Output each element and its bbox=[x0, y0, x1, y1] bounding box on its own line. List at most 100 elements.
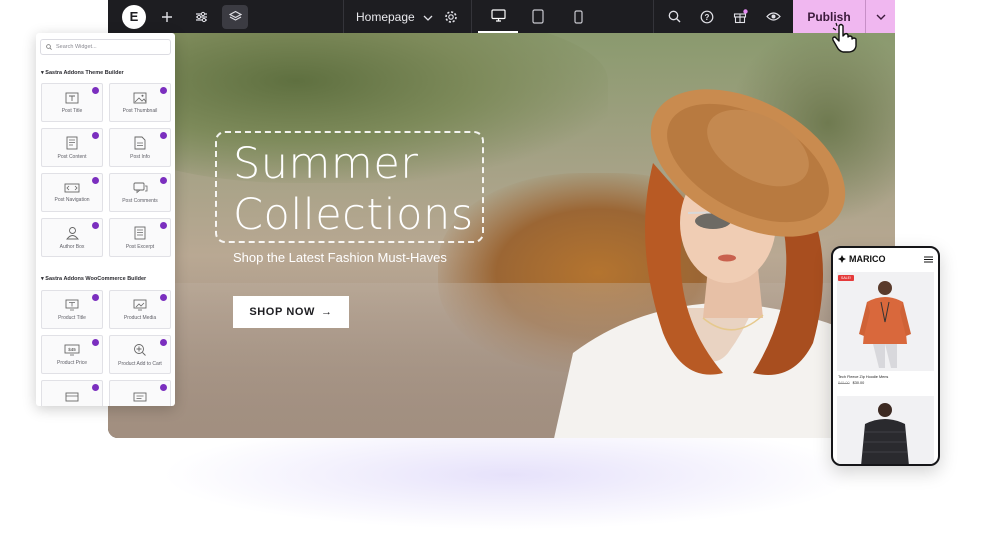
svg-text:?: ? bbox=[705, 13, 710, 22]
widget-product-title[interactable]: Product Title bbox=[41, 290, 103, 329]
page-canvas[interactable]: Summer Collections Shop the Latest Fashi… bbox=[108, 33, 895, 438]
product-title-icon bbox=[65, 299, 79, 310]
hoodie-model-photo bbox=[859, 281, 911, 368]
pro-badge bbox=[92, 87, 99, 94]
desktop-icon[interactable] bbox=[478, 0, 518, 33]
page-name: Homepage bbox=[356, 9, 415, 24]
toolbar-divider bbox=[653, 0, 654, 33]
widget-post-navigation[interactable]: Post Navigation bbox=[41, 173, 103, 212]
comments-icon bbox=[133, 182, 147, 193]
toolbar-right-group: ? bbox=[661, 0, 786, 33]
section-title-text: Sastra Addons WooCommerce Builder bbox=[45, 276, 147, 282]
widget-search-placeholder: Search Widget... bbox=[56, 44, 97, 50]
arrow-right-icon: → bbox=[321, 306, 333, 318]
headline-line-1: Summer bbox=[233, 139, 419, 189]
widget-post-excerpt[interactable]: Post Excerpt bbox=[109, 218, 171, 257]
hero-subheadline[interactable]: Shop the Latest Fashion Must-Haves bbox=[233, 250, 447, 265]
brand-logo-icon bbox=[838, 255, 846, 263]
mobile-icon[interactable] bbox=[558, 0, 598, 33]
brand-name: MARICO bbox=[849, 254, 886, 264]
logo-letter: E bbox=[129, 9, 139, 24]
product-widget-icon bbox=[65, 392, 79, 401]
hero-headline[interactable]: Summer Collections bbox=[233, 139, 474, 241]
toolbar-left-group: E bbox=[108, 0, 248, 33]
pro-badge bbox=[92, 132, 99, 139]
widget-product-extra[interactable] bbox=[41, 380, 103, 406]
search-icon bbox=[46, 44, 52, 50]
widget-post-comments[interactable]: Post Comments bbox=[109, 173, 171, 212]
shop-now-button[interactable]: SHOP NOW → bbox=[233, 296, 349, 328]
editor-window: E Homepage ? Publish Summer Collections … bbox=[108, 0, 895, 438]
navigation-icon bbox=[64, 183, 80, 192]
widget-product-price[interactable]: $45 Product Price bbox=[41, 335, 103, 374]
gift-icon[interactable] bbox=[727, 5, 753, 29]
section-title-text: Sastra Addons Theme Builder bbox=[45, 70, 124, 76]
old-price: $45.00 bbox=[838, 381, 850, 385]
product-image-jacket[interactable] bbox=[837, 396, 934, 464]
pro-badge bbox=[160, 384, 167, 391]
widget-author-box[interactable]: Author Box bbox=[41, 218, 103, 257]
price-icon: $45 bbox=[64, 344, 80, 355]
widget-label: Post Thumbnail bbox=[122, 107, 158, 114]
add-to-cart-icon bbox=[134, 343, 146, 356]
add-icon[interactable] bbox=[154, 5, 180, 29]
pro-badge bbox=[92, 384, 99, 391]
page-selector[interactable]: Homepage bbox=[356, 0, 433, 33]
document-icon bbox=[66, 136, 78, 149]
widget-product-media[interactable]: Product Media bbox=[109, 290, 171, 329]
device-switcher bbox=[478, 0, 598, 33]
pro-badge bbox=[160, 222, 167, 229]
mobile-preview: MARICO SALE! Tech Fleece Zip Hoodie Mens… bbox=[831, 246, 940, 466]
tablet-icon[interactable] bbox=[518, 0, 558, 33]
pro-badge bbox=[160, 87, 167, 94]
pro-badge bbox=[160, 294, 167, 301]
image-icon bbox=[133, 92, 147, 103]
toolbar-divider bbox=[471, 0, 472, 33]
widget-label: Post Navigation bbox=[54, 196, 90, 203]
sliders-icon[interactable] bbox=[188, 5, 214, 29]
layers-icon[interactable] bbox=[222, 4, 248, 29]
preview-eye-icon[interactable] bbox=[760, 5, 786, 29]
editor-toolbar: E Homepage ? Publish bbox=[108, 0, 895, 33]
widget-label: Product Title bbox=[58, 314, 86, 321]
widget-grid-theme-builder: Post Title Post Thumbnail Post Content P… bbox=[41, 83, 171, 257]
product-widget-icon bbox=[133, 392, 147, 401]
sale-price: $30.00 bbox=[852, 381, 865, 385]
widget-label: Product Price bbox=[56, 359, 87, 366]
widget-label: Product Media bbox=[123, 314, 157, 321]
widget-post-content[interactable]: Post Content bbox=[41, 128, 103, 167]
product-image-hoodie[interactable] bbox=[837, 272, 934, 371]
product-title[interactable]: Tech Fleece Zip Hoodie Mens bbox=[838, 375, 888, 379]
widget-label: Post Content bbox=[57, 153, 87, 160]
widget-post-info[interactable]: Post Info bbox=[109, 128, 171, 167]
menu-icon[interactable] bbox=[924, 255, 933, 263]
shop-now-label: SHOP NOW bbox=[249, 306, 316, 318]
jacket-model-photo bbox=[861, 403, 909, 464]
pro-badge bbox=[160, 339, 167, 346]
widget-product-extra[interactable] bbox=[109, 380, 171, 406]
page-settings-icon[interactable] bbox=[438, 5, 464, 29]
chevron-down-icon bbox=[876, 14, 885, 20]
mobile-header: MARICO bbox=[833, 248, 938, 270]
section-title-theme-builder[interactable]: ▾ Sastra Addons Theme Builder bbox=[41, 70, 124, 76]
svg-text:$45: $45 bbox=[68, 347, 76, 352]
widget-product-add-to-cart[interactable]: Product Add to Cart bbox=[109, 335, 171, 374]
excerpt-icon bbox=[134, 226, 146, 239]
elementor-logo[interactable]: E bbox=[122, 4, 146, 29]
widget-label: Post Excerpt bbox=[125, 243, 155, 250]
widget-panel: Search Widget... ▾ Sastra Addons Theme B… bbox=[36, 33, 175, 406]
sale-badge: SALE! bbox=[838, 275, 854, 281]
widget-grid-woocommerce-builder: Product Title Product Media $45 Product … bbox=[41, 290, 171, 406]
widget-post-title[interactable]: Post Title bbox=[41, 83, 103, 122]
section-title-woocommerce-builder[interactable]: ▾ Sastra Addons WooCommerce Builder bbox=[41, 276, 146, 282]
widget-label: Author Box bbox=[59, 243, 85, 250]
product-media-icon bbox=[133, 299, 147, 310]
headline-line-2: Collections bbox=[233, 190, 474, 240]
widget-post-thumbnail[interactable]: Post Thumbnail bbox=[109, 83, 171, 122]
mobile-brand[interactable]: MARICO bbox=[838, 254, 924, 264]
publish-options-button[interactable] bbox=[866, 14, 895, 20]
search-icon[interactable] bbox=[661, 5, 687, 29]
widget-search-input[interactable]: Search Widget... bbox=[40, 39, 171, 55]
title-icon bbox=[65, 92, 79, 103]
help-icon[interactable]: ? bbox=[694, 5, 720, 29]
